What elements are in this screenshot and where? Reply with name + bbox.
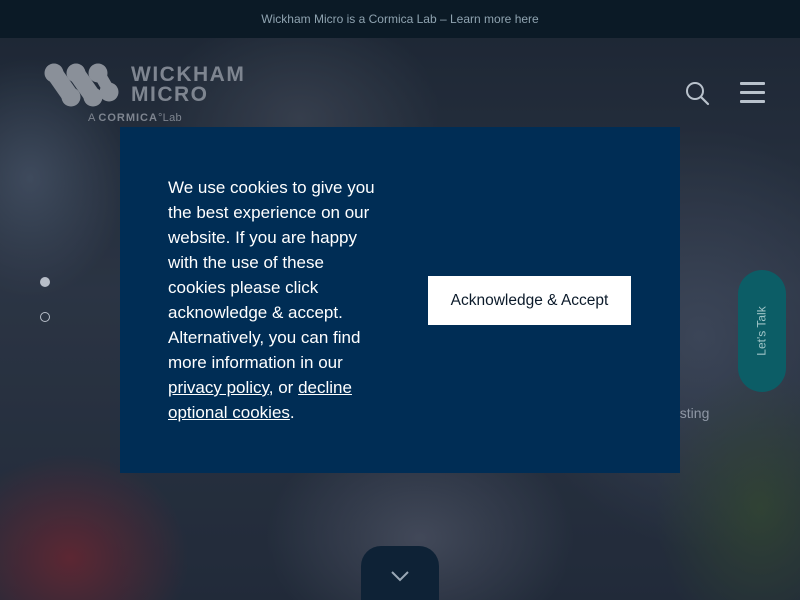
privacy-policy-link[interactable]: privacy policy: [168, 378, 269, 397]
logo-mark-icon: [44, 63, 119, 107]
search-icon: [686, 82, 710, 106]
hamburger-line: [740, 91, 765, 94]
logo-sub-brand: CORMICA: [98, 112, 158, 124]
lets-talk-label: Let's Talk: [755, 306, 769, 356]
slider-dot-2[interactable]: [40, 312, 50, 322]
cookie-end-text: .: [289, 403, 295, 422]
logo-wordmark: WICKHAM MICRO: [131, 63, 246, 106]
acknowledge-accept-button[interactable]: Acknowledge & Accept: [428, 276, 631, 325]
site-logo[interactable]: WICKHAM MICRO A CORMICA°Lab: [44, 62, 244, 126]
lets-talk-tab[interactable]: Let's Talk: [738, 270, 786, 392]
logo-sub-suffix: °Lab: [157, 112, 182, 124]
logo-line-1: WICKHAM: [131, 63, 246, 86]
cookie-message-text: We use cookies to give you the best expe…: [168, 178, 375, 372]
logo-line-2: MICRO: [131, 83, 209, 106]
announcement-bar[interactable]: Wickham Micro is a Cormica Lab – Learn m…: [0, 0, 800, 38]
hamburger-line: [740, 100, 765, 103]
cookie-message: We use cookies to give you the best expe…: [168, 175, 383, 425]
menu-button[interactable]: [740, 82, 766, 104]
cookie-or-text: , or: [268, 378, 299, 397]
announcement-link[interactable]: Wickham Micro is a Cormica Lab – Learn m…: [261, 12, 538, 26]
hamburger-menu-icon: [740, 82, 765, 85]
logo-tagline: A CORMICA°Lab: [88, 112, 182, 124]
chevron-down-icon: [391, 571, 409, 582]
logo-sub-prefix: A: [88, 112, 96, 124]
scroll-down-button[interactable]: [361, 546, 439, 600]
cookie-consent-modal: We use cookies to give you the best expe…: [120, 127, 680, 473]
search-button[interactable]: [684, 80, 710, 106]
slider-dot-1[interactable]: [40, 277, 50, 287]
